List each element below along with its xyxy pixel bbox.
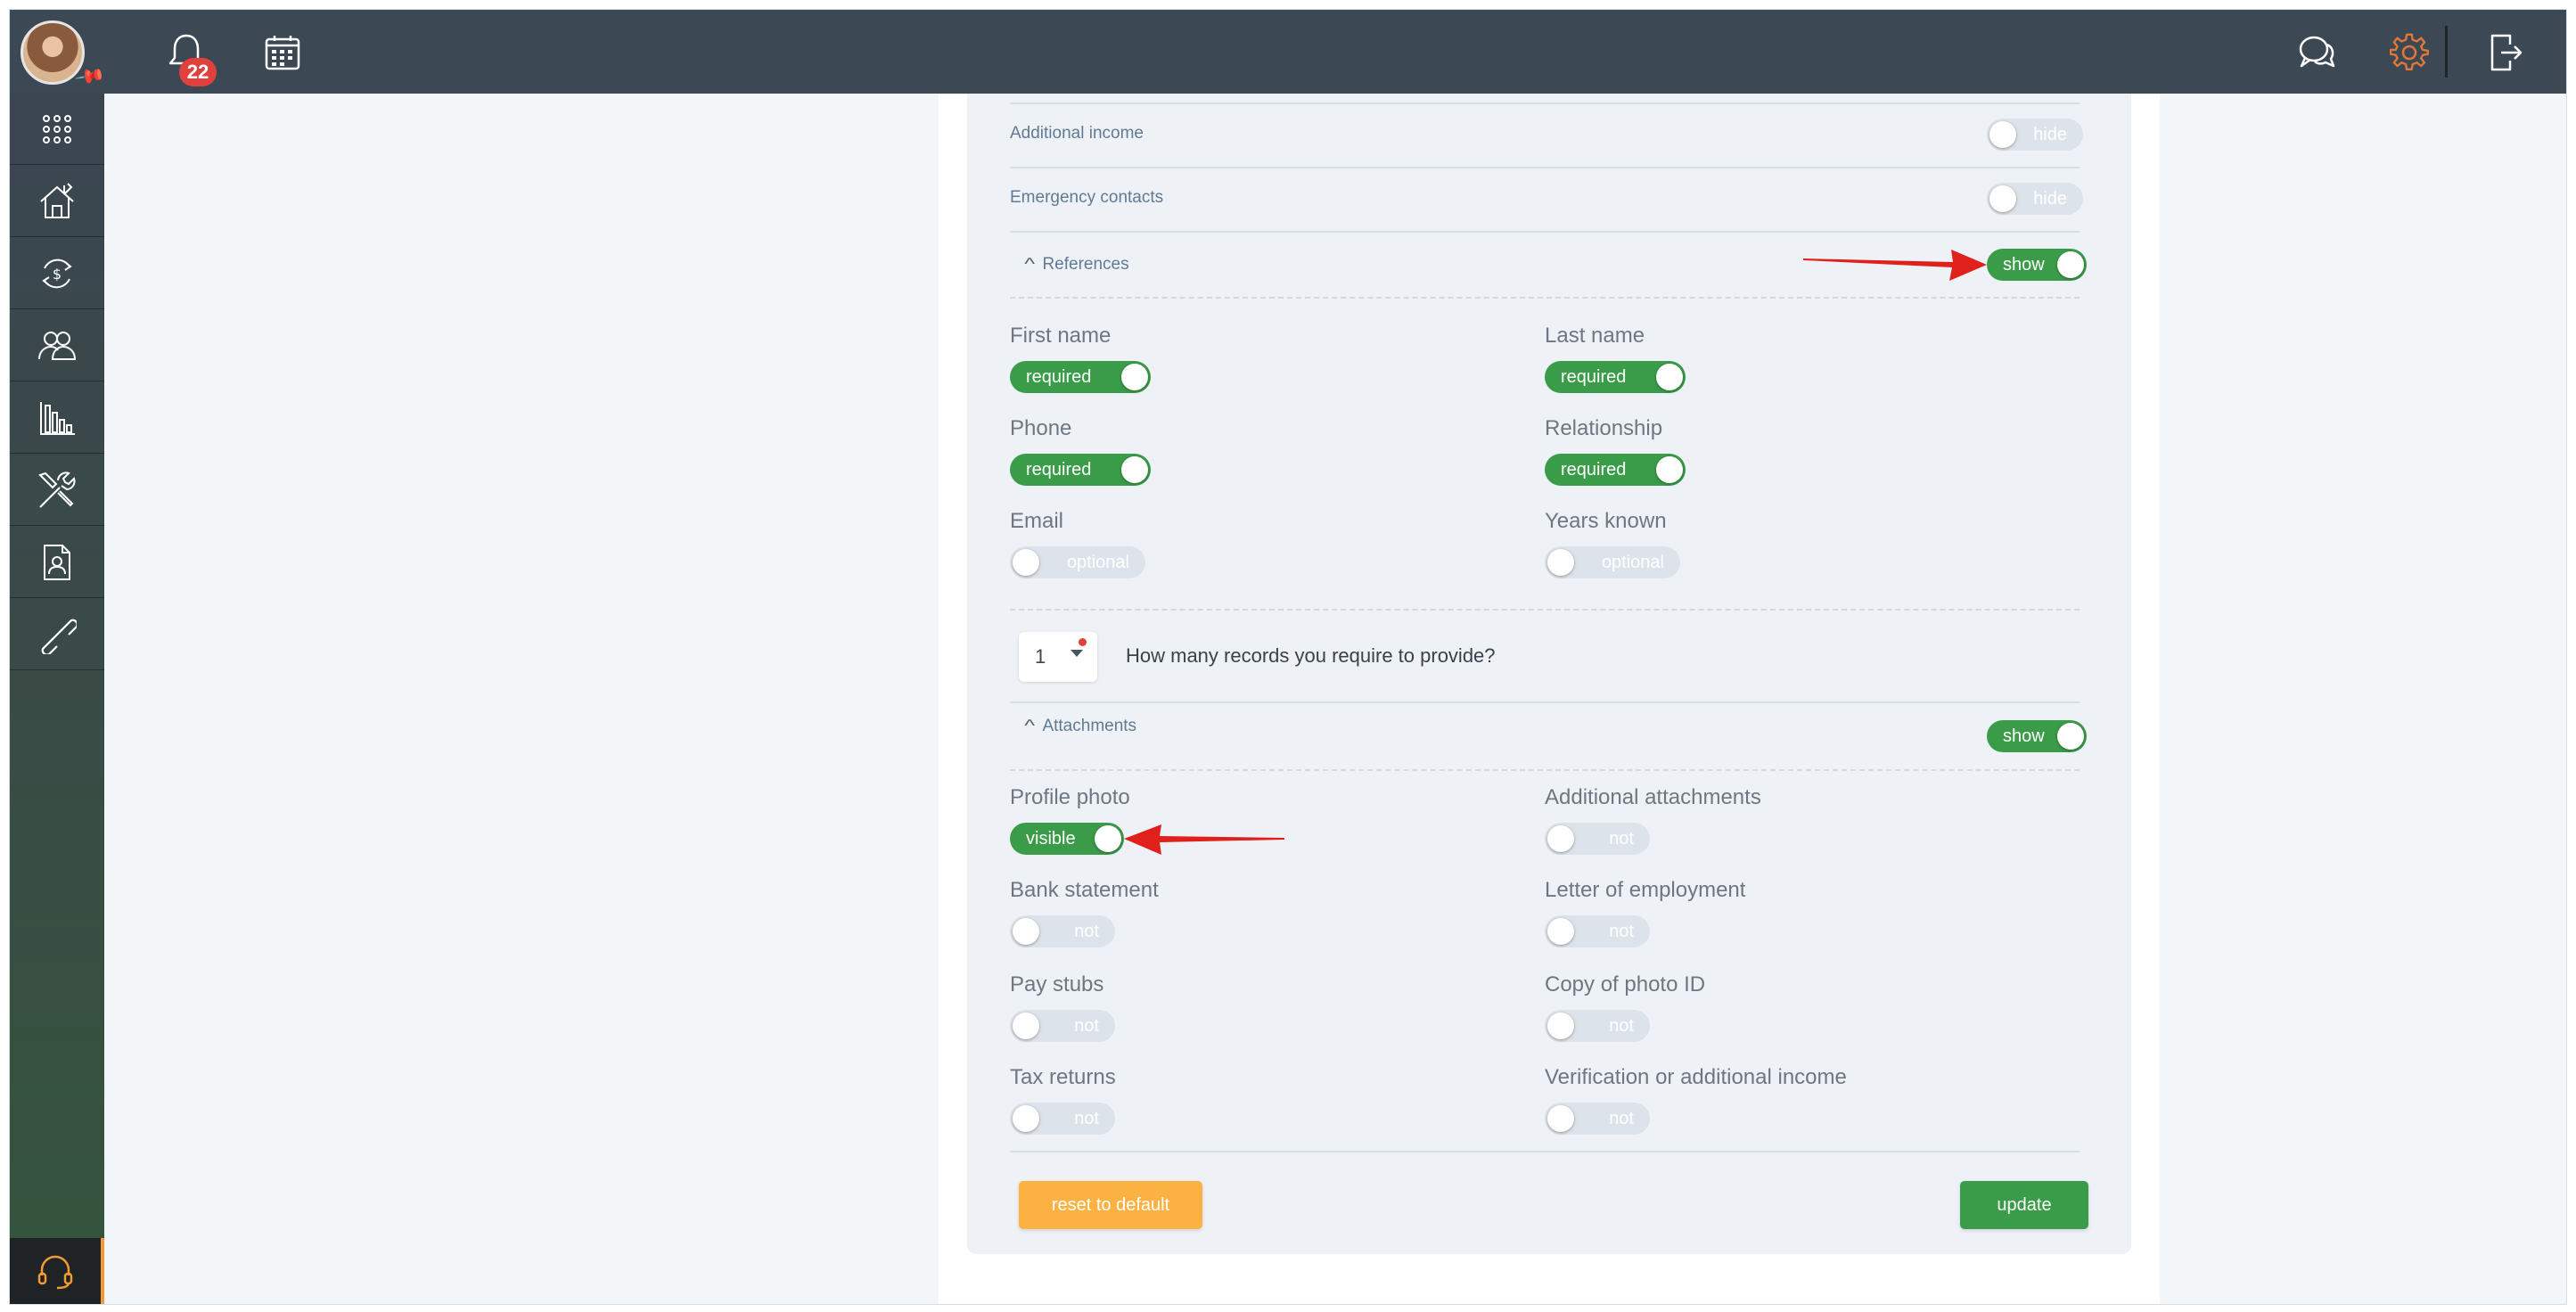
phone-toggle[interactable]: required — [1010, 454, 1151, 486]
last-name-toggle[interactable]: required — [1545, 361, 1686, 393]
divider — [1010, 167, 2080, 168]
dashed-divider — [1010, 297, 2080, 299]
headset-icon — [36, 1252, 75, 1292]
references-toggle[interactable]: show — [1987, 249, 2087, 281]
profile-photo-toggle[interactable]: visible — [1010, 823, 1124, 855]
references-header[interactable]: ^ References — [1024, 255, 1128, 275]
documents-icon[interactable] — [10, 527, 104, 598]
update-button[interactable]: update — [1960, 1181, 2088, 1229]
annotation-arrow-right — [1803, 250, 1987, 281]
attachments-header[interactable]: ^ Attachments — [1024, 717, 1136, 736]
tax-returns-label: Tax returns — [1010, 1065, 1116, 1089]
dashed-divider — [1010, 609, 2080, 611]
additional-income-toggle[interactable]: hide — [1987, 119, 2083, 151]
attachments-toggle[interactable]: show — [1987, 720, 2087, 752]
support-button[interactable] — [10, 1238, 104, 1304]
reports-icon[interactable] — [10, 382, 104, 454]
app-window: 📌 22 $ Additional income hide Emergency … — [9, 9, 2567, 1305]
divider — [1010, 231, 2080, 233]
logout-icon[interactable] — [2482, 29, 2529, 76]
calendar-icon[interactable] — [259, 29, 306, 76]
properties-icon[interactable] — [10, 166, 104, 237]
annotation-arrow-left — [1124, 824, 1284, 855]
top-divider — [2445, 26, 2448, 78]
emergency-contacts-label: Emergency contacts — [1010, 188, 1164, 207]
links-icon[interactable] — [10, 599, 104, 670]
tax-returns-toggle[interactable]: not — [1010, 1103, 1115, 1135]
finance-icon[interactable]: $ — [10, 238, 104, 309]
sidebar: $ — [10, 94, 104, 1304]
chat-icon[interactable] — [2293, 29, 2340, 76]
tools-icon[interactable] — [10, 455, 104, 526]
reset-to-default-button[interactable]: reset to default — [1019, 1181, 1202, 1229]
dashed-divider — [1010, 769, 2080, 771]
people-icon[interactable] — [10, 310, 104, 381]
apps-grid-icon[interactable] — [10, 94, 104, 165]
relationship-toggle[interactable]: required — [1545, 454, 1686, 486]
chevron-up-icon: ^ — [1024, 717, 1036, 734]
first-name-label: First name — [1010, 324, 1112, 348]
emergency-contacts-toggle[interactable]: hide — [1987, 183, 2083, 215]
years-known-label: Years known — [1545, 509, 1667, 533]
bank-statement-toggle[interactable]: not — [1010, 915, 1115, 947]
letter-of-employment-label: Letter of employment — [1545, 878, 1746, 902]
divider — [1010, 102, 2080, 104]
caret-down-icon — [1071, 650, 1083, 657]
copy-of-photo-id-toggle[interactable]: not — [1545, 1010, 1650, 1042]
letter-of-employment-toggle[interactable]: not — [1545, 915, 1650, 947]
divider — [1010, 701, 2080, 703]
chevron-up-icon: ^ — [1024, 255, 1036, 273]
copy-of-photo-id-label: Copy of photo ID — [1545, 972, 1706, 996]
additional-income-label: Additional income — [1010, 124, 1144, 143]
profile-photo-label: Profile photo — [1010, 785, 1130, 809]
notification-badge: 22 — [179, 58, 217, 86]
records-question: How many records you require to provide? — [1126, 644, 1496, 667]
last-name-label: Last name — [1545, 324, 1645, 348]
verification-income-label: Verification or additional income — [1545, 1065, 1847, 1089]
first-name-toggle[interactable]: required — [1010, 361, 1151, 393]
years-known-toggle[interactable]: optional — [1545, 546, 1680, 578]
records-count-select[interactable]: 1 — [1019, 632, 1097, 682]
additional-attachments-label: Additional attachments — [1545, 785, 1761, 809]
relationship-label: Relationship — [1545, 416, 1663, 440]
pay-stubs-toggle[interactable]: not — [1010, 1010, 1115, 1042]
required-dot — [1079, 638, 1087, 646]
pay-stubs-label: Pay stubs — [1010, 972, 1104, 996]
svg-text:$: $ — [53, 266, 62, 283]
top-bar: 📌 22 — [10, 10, 2566, 94]
email-toggle[interactable]: optional — [1010, 546, 1145, 578]
bank-statement-label: Bank statement — [1010, 878, 1159, 902]
additional-attachments-toggle[interactable]: not — [1545, 823, 1650, 855]
verification-income-toggle[interactable]: not — [1545, 1103, 1650, 1135]
gear-icon[interactable] — [2386, 29, 2432, 76]
phone-label: Phone — [1010, 416, 1072, 440]
email-label: Email — [1010, 509, 1064, 533]
divider — [1010, 1151, 2080, 1152]
